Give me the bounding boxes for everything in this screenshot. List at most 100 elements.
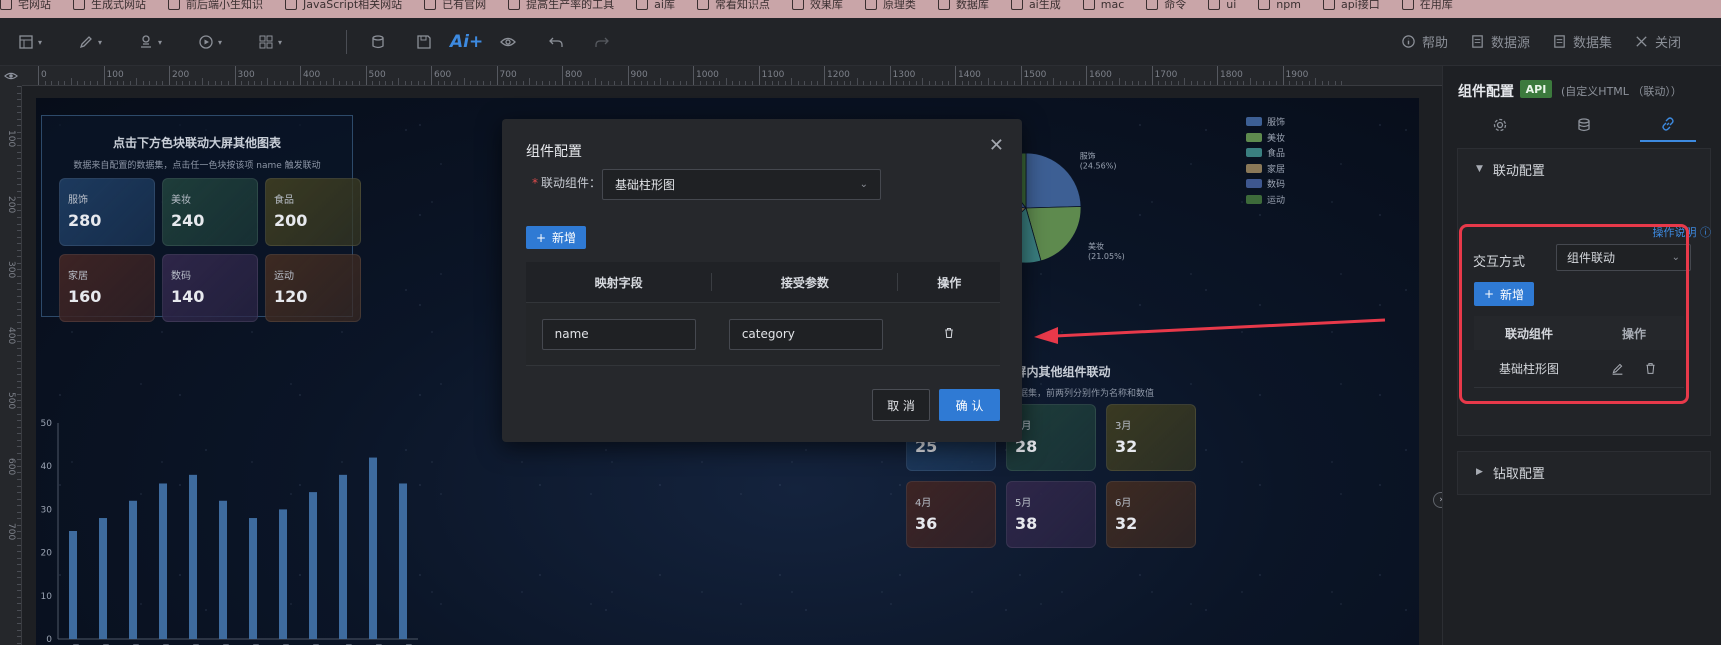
bookmarks-bar: 宅网站 生成式网站 前后端小生知识 JavaScript相关网站 已有官网 提高生产率的工… [0, 0, 1721, 18]
ruler-tick-label: 500 [368, 70, 386, 80]
play-tool-button[interactable]: ▾ [198, 32, 222, 52]
api-badge: API [1520, 80, 1552, 98]
linked-component-select[interactable]: 基础柱形图 ⌄ [602, 169, 881, 200]
metric-card[interactable]: 食品 200 [265, 178, 361, 246]
ruler-toggle[interactable] [0, 66, 22, 86]
metric-card[interactable]: 4月 36 [906, 481, 996, 548]
metric-card[interactable]: 运动 120 [265, 254, 361, 322]
bookmark-item[interactable]: api接口 [1322, 0, 1380, 13]
bookmark-item[interactable]: 生成式网站 [73, 0, 146, 13]
add-mapping-button[interactable]: + 新增 [526, 226, 586, 249]
close-button[interactable]: 关闭 [1634, 32, 1681, 51]
folder-icon [0, 0, 12, 10]
pie-data-label: 美妆 [1088, 241, 1104, 251]
legend-item[interactable]: 家居 [1246, 161, 1285, 177]
card-label: 家居 [68, 271, 88, 282]
folder-icon [73, 0, 85, 10]
metric-card[interactable]: 数码 140 [162, 254, 258, 322]
ruler-tick-label: 500 [6, 392, 16, 410]
metric-card[interactable]: 3月 32 [1106, 404, 1196, 471]
bookmark-item[interactable]: 已有官网 [424, 0, 486, 13]
card-label: 食品 [274, 195, 294, 206]
bookmark-item[interactable]: mac [1082, 0, 1125, 13]
bar [309, 492, 317, 639]
question-icon: ⓘ [1700, 226, 1711, 239]
confirm-button[interactable]: 确 认 [939, 389, 1000, 421]
bookmark-item[interactable]: 原理类 [864, 0, 916, 13]
apps-icon [259, 35, 273, 49]
widgets-tool-button[interactable]: ▾ [258, 32, 282, 52]
ai-button[interactable]: Ai+ [450, 32, 483, 52]
chevron-down-icon: ⌄ [859, 179, 868, 190]
bookmark-item[interactable]: 命令 [1146, 0, 1186, 13]
bookmark-item[interactable]: ai生成 [1010, 0, 1061, 13]
ruler-tick-label: 1500 [1023, 70, 1047, 80]
card-label: 美妆 [171, 195, 191, 206]
database-button[interactable] [370, 32, 386, 52]
folder-icon [937, 0, 950, 10]
help-button[interactable]: 帮助 [1401, 32, 1448, 51]
bookmark-item[interactable]: 效果库 [791, 0, 843, 13]
field-label-text: 联动组件： [541, 176, 602, 190]
help-icon [1402, 35, 1415, 48]
ruler-tick-label: 400 [303, 70, 321, 80]
ruler-tick-label: 200 [6, 195, 16, 213]
legend-label: 食品 [1267, 149, 1286, 160]
legend-item[interactable]: 运动 [1246, 192, 1285, 208]
accept-param-input[interactable] [728, 318, 883, 350]
bar [219, 500, 227, 639]
metric-card[interactable]: 6月 32 [1106, 481, 1196, 548]
bookmark-item[interactable]: 前后端小生知识 [168, 0, 263, 13]
stamp-icon [141, 35, 151, 48]
component-tool-button[interactable]: ▾ [138, 32, 162, 52]
bookmark-item[interactable]: npm [1258, 0, 1301, 13]
dataset-button[interactable]: 数据集 [1552, 32, 1612, 51]
pie-slice[interactable] [1025, 152, 1082, 209]
bookmark-item[interactable]: ai库 [636, 0, 675, 13]
dataset-icon [1554, 35, 1565, 48]
bookmark-item[interactable]: ui [1208, 0, 1236, 13]
legend-item[interactable]: 数码 [1246, 176, 1285, 192]
save-button[interactable] [416, 32, 432, 52]
card-label: 6月 [1115, 498, 1132, 509]
bookmark-item[interactable]: JavaScript相关网站 [285, 0, 402, 13]
ruler-tick-label: 1200 [827, 70, 850, 80]
section-header[interactable]: ▶ 钻取配置 [1458, 452, 1710, 492]
legend-item[interactable]: 美妆 [1246, 130, 1285, 146]
mapping-field-input[interactable] [541, 318, 696, 350]
folder-icon [1010, 0, 1023, 10]
modal-close-button[interactable]: ✕ [989, 135, 1004, 156]
bar [279, 509, 287, 639]
tab-data[interactable] [1556, 108, 1612, 142]
metric-card[interactable]: 家居 160 [59, 254, 155, 322]
preview-button[interactable] [500, 32, 516, 52]
metric-card[interactable]: 服饰 280 [59, 178, 155, 246]
folder-icon [508, 0, 521, 10]
cancel-button[interactable]: 取 消 [872, 389, 930, 421]
bookmark-item[interactable]: 在用库 [1401, 0, 1453, 13]
tab-interaction[interactable] [1640, 108, 1696, 142]
tab-settings[interactable] [1472, 108, 1528, 142]
bookmark-label: mac [1100, 0, 1125, 11]
metric-card[interactable]: 美妆 240 [162, 178, 258, 246]
bookmark-item[interactable]: 宅网站 [0, 0, 51, 13]
bookmark-label: 效果库 [809, 0, 843, 11]
undo-button[interactable] [548, 32, 564, 52]
bar-chart[interactable]: 010203040501月2月3月4月5月6月7月8月9月10月11月12月 [36, 358, 456, 645]
layout-tool-button[interactable]: ▾ [18, 32, 42, 52]
bookmark-item[interactable]: 数据库 [937, 0, 989, 13]
datasource-button[interactable]: 数据源 [1470, 32, 1530, 51]
legend-item[interactable]: 服饰 [1246, 114, 1285, 130]
linkage-source-panel[interactable]: 点击下方色块联动大屏其他图表 数据来自配置的数据集，点击任一色块按该项 name… [41, 115, 361, 322]
y-tick-label: 40 [41, 462, 53, 472]
bookmark-item[interactable]: 提高生产率的工具 [508, 0, 614, 13]
delete-row-button[interactable] [898, 327, 1000, 342]
section-header[interactable]: ▼ 联动配置 [1458, 149, 1710, 189]
bookmark-item[interactable]: 常看知识点 [696, 0, 770, 13]
redo-button[interactable] [594, 32, 610, 52]
legend-item[interactable]: 食品 [1246, 145, 1285, 161]
bar [69, 531, 77, 639]
edit-tool-button[interactable]: ▾ [78, 32, 102, 52]
legend-swatch [1246, 179, 1262, 189]
metric-card[interactable]: 5月 38 [1006, 481, 1096, 548]
